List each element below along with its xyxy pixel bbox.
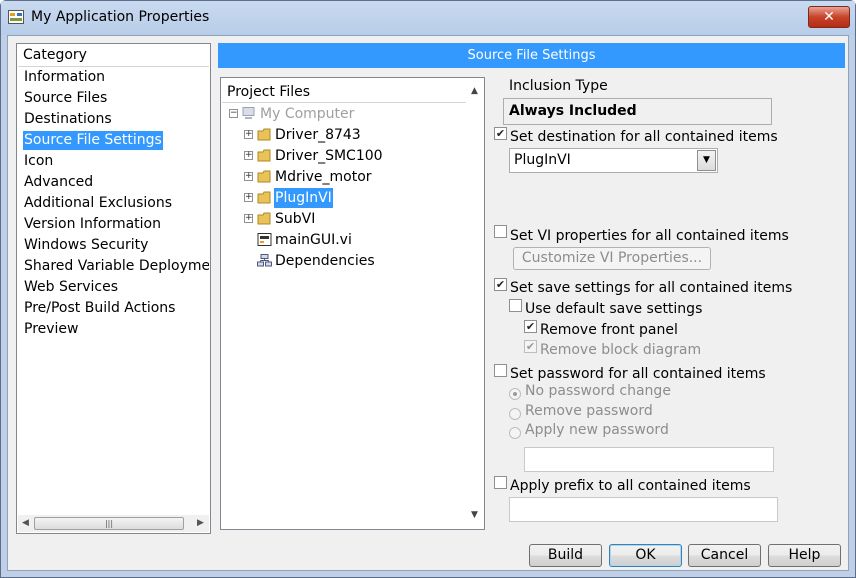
folder-icon — [257, 170, 271, 183]
destination-select[interactable]: PlugInVI ▼ — [509, 148, 718, 173]
inclusion-type-label: Inclusion Type — [509, 78, 608, 94]
tree-item-my-computer[interactable]: − My Computer — [227, 104, 457, 124]
remove-password-label: Remove password — [525, 403, 653, 419]
title-bar[interactable]: My Application Properties ✕ — [1, 1, 855, 35]
computer-icon — [242, 107, 255, 119]
tree-item-driver-smc100[interactable]: + Driver_SMC100 — [227, 146, 457, 166]
expand-icon[interactable]: + — [244, 172, 253, 181]
category-item-pre-post-build-actions[interactable]: Pre/Post Build Actions — [23, 299, 176, 318]
category-item-windows-security[interactable]: Windows Security — [23, 236, 149, 255]
expand-icon[interactable]: + — [244, 214, 253, 223]
tree-item-dependencies[interactable]: Dependencies — [227, 251, 457, 271]
vi-file-icon — [257, 233, 272, 246]
scroll-thumb[interactable]: ||| — [34, 517, 184, 530]
collapse-icon[interactable]: − — [229, 109, 238, 118]
category-item-source-file-settings[interactable]: Source File Settings — [23, 131, 163, 150]
category-items: Information Source Files Destinations So… — [18, 68, 209, 518]
project-files-vertical-scrollbar[interactable]: ▲ ▼ — [466, 79, 483, 528]
tree-label: Mdrive_motor — [275, 169, 372, 185]
ok-button[interactable]: OK — [609, 544, 682, 567]
section-title: Source File Settings — [218, 43, 845, 68]
tree-label-my-computer: My Computer — [260, 106, 355, 122]
tree-item-pluginvi[interactable]: + PlugInVI — [227, 188, 457, 208]
category-item-icon[interactable]: Icon — [23, 152, 54, 171]
dialog-body: Category Information Source Files Destin… — [7, 35, 849, 571]
remove-front-panel-checkbox[interactable]: ✔ — [524, 320, 537, 333]
category-item-advanced[interactable]: Advanced — [23, 173, 94, 192]
tree-item-driver-8743[interactable]: + Driver_8743 — [227, 125, 457, 145]
remove-front-panel-label[interactable]: Remove front panel — [540, 322, 678, 338]
new-password-field[interactable] — [524, 447, 774, 472]
set-password-checkbox[interactable] — [494, 364, 507, 377]
window-title: My Application Properties — [31, 9, 210, 25]
category-divider — [18, 66, 209, 67]
tree-label: mainGUI.vi — [275, 232, 352, 248]
no-password-change-radio[interactable] — [509, 388, 521, 400]
remove-block-diagram-checkbox[interactable]: ✔ — [524, 340, 537, 353]
apply-new-password-label: Apply new password — [525, 422, 669, 438]
tree-item-subvi[interactable]: + SubVI — [227, 209, 457, 229]
project-files-header: Project Files — [227, 84, 311, 100]
folder-icon — [257, 212, 271, 225]
prefix-field[interactable] — [509, 497, 778, 522]
category-horizontal-scrollbar[interactable]: ◀ ||| ▶ — [18, 515, 209, 532]
project-files-tree[interactable]: Project Files − My Computer + Driver_874… — [220, 77, 485, 530]
close-button[interactable]: ✕ — [808, 6, 850, 28]
use-default-save-label[interactable]: Use default save settings — [525, 301, 702, 317]
apply-prefix-label[interactable]: Apply prefix to all contained items — [510, 478, 751, 494]
category-list[interactable]: Category Information Source Files Destin… — [16, 43, 211, 534]
tree-label: Driver_8743 — [275, 127, 361, 143]
project-files-divider — [222, 102, 466, 103]
scroll-left-icon[interactable]: ◀ — [19, 517, 32, 530]
remove-password-radio[interactable] — [509, 408, 521, 420]
folder-icon — [257, 191, 271, 204]
category-item-information[interactable]: Information — [23, 68, 106, 87]
category-item-preview[interactable]: Preview — [23, 320, 80, 339]
set-vi-properties-label[interactable]: Set VI properties for all contained item… — [510, 228, 789, 244]
category-item-source-files[interactable]: Source Files — [23, 89, 108, 108]
expand-icon[interactable]: + — [244, 193, 253, 202]
folder-icon — [257, 149, 271, 162]
tree-label: Driver_SMC100 — [275, 148, 383, 164]
inclusion-type-value: Always Included — [503, 98, 772, 125]
scroll-down-icon[interactable]: ▼ — [468, 509, 481, 522]
help-button[interactable]: Help — [768, 544, 841, 567]
set-destination-label[interactable]: Set destination for all contained items — [510, 129, 778, 145]
category-header: Category — [23, 47, 87, 63]
category-item-additional-exclusions[interactable]: Additional Exclusions — [23, 194, 173, 213]
apply-new-password-radio[interactable] — [509, 427, 521, 439]
tree-label: PlugInVI — [274, 188, 333, 208]
application-properties-window: My Application Properties ✕ Category Inf… — [0, 0, 856, 578]
set-password-label[interactable]: Set password for all contained items — [510, 366, 766, 382]
expand-icon[interactable]: + — [244, 151, 253, 160]
scroll-right-icon[interactable]: ▶ — [194, 517, 207, 530]
category-item-web-services[interactable]: Web Services — [23, 278, 119, 297]
set-destination-checkbox[interactable]: ✔ — [494, 127, 507, 140]
remove-block-diagram-label: Remove block diagram — [540, 342, 702, 358]
apply-prefix-checkbox[interactable] — [494, 476, 507, 489]
close-icon: ✕ — [823, 9, 835, 25]
build-button[interactable]: Build — [529, 544, 602, 567]
chevron-down-icon[interactable]: ▼ — [697, 150, 716, 171]
destination-select-value: PlugInVI — [514, 152, 571, 168]
set-save-settings-checkbox[interactable]: ✔ — [494, 278, 507, 291]
tree-label: Dependencies — [275, 253, 375, 269]
set-vi-properties-checkbox[interactable] — [494, 225, 507, 238]
tree-item-maingui-vi[interactable]: mainGUI.vi — [227, 230, 457, 250]
category-item-version-information[interactable]: Version Information — [23, 215, 162, 234]
tree-item-mdrive-motor[interactable]: + Mdrive_motor — [227, 167, 457, 187]
cancel-button[interactable]: Cancel — [688, 544, 761, 567]
expand-icon[interactable]: + — [244, 130, 253, 139]
category-item-shared-variable-deployment[interactable]: Shared Variable Deploymen — [23, 257, 209, 276]
scroll-up-icon[interactable]: ▲ — [468, 85, 481, 98]
customize-vi-properties-button[interactable]: Customize VI Properties... — [513, 247, 711, 270]
category-item-destinations[interactable]: Destinations — [23, 110, 113, 129]
set-save-settings-label[interactable]: Set save settings for all contained item… — [510, 280, 792, 296]
use-default-save-checkbox[interactable] — [509, 299, 522, 312]
tree-label: SubVI — [275, 211, 316, 227]
no-password-change-label: No password change — [525, 383, 671, 399]
dependencies-icon — [257, 254, 272, 267]
folder-icon — [257, 128, 271, 141]
app-icon — [8, 10, 24, 24]
